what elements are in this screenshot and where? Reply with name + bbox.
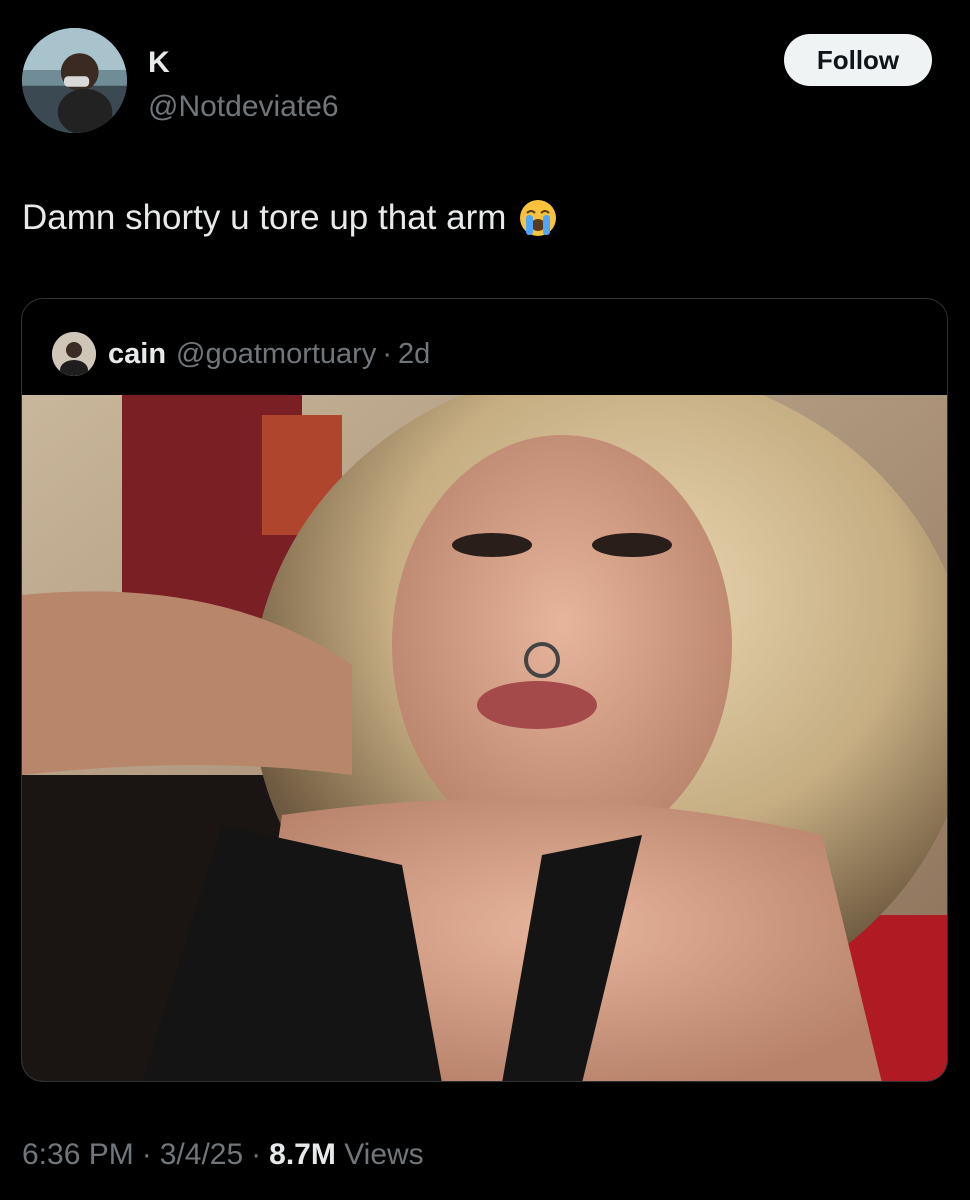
quoted-separator: ·: [382, 337, 392, 370]
quoted-tweet-header: cain @goatmortuary · 2d: [52, 331, 430, 377]
author-handle[interactable]: @Notdeviate6: [148, 90, 339, 124]
views-label: Views: [344, 1138, 424, 1171]
tweet-time[interactable]: 6:36 PM: [22, 1138, 134, 1171]
quoted-tweet-card[interactable]: cain @goatmortuary · 2d: [21, 298, 948, 1082]
quoted-timestamp[interactable]: 2d: [398, 338, 430, 371]
meta-separator-2: ·: [251, 1138, 262, 1171]
follow-button[interactable]: Follow: [784, 34, 932, 86]
meta-separator: ·: [141, 1138, 152, 1171]
selfie-photo: [22, 395, 947, 1081]
author-display-name[interactable]: K: [148, 46, 170, 80]
author-avatar[interactable]: [22, 28, 127, 133]
loudly-crying-face-icon: [518, 198, 558, 238]
avatar-image: [22, 28, 127, 133]
tweet-meta: 6:36 PM · 3/4/25 · 8.7M Views: [22, 1138, 424, 1172]
quoted-author-handle[interactable]: @goatmortuary: [176, 338, 376, 371]
tweet-body: Damn shorty u tore up that arm: [22, 198, 558, 238]
quoted-media[interactable]: [22, 395, 947, 1081]
tweet-header: K @Notdeviate6 Follow: [22, 28, 948, 138]
views-count: 8.7M: [269, 1138, 336, 1171]
quoted-author-avatar[interactable]: [52, 332, 96, 376]
tweet-date[interactable]: 3/4/25: [160, 1138, 243, 1171]
tweet-text: Damn shorty u tore up that arm: [22, 198, 507, 237]
quoted-author-name[interactable]: cain: [108, 338, 166, 371]
quoted-avatar-image: [52, 332, 96, 376]
